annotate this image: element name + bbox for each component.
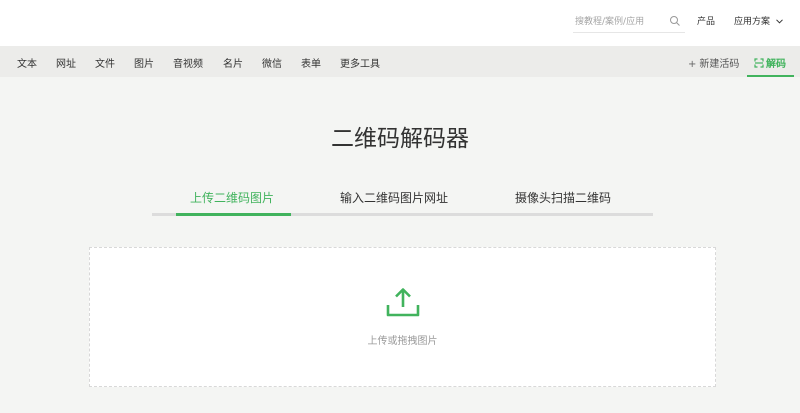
search-box [573,11,685,33]
nav-item-wechat[interactable]: 微信 [262,55,282,70]
nav-item-form[interactable]: 表单 [301,55,321,70]
nav-item-url[interactable]: 网址 [56,55,76,70]
products-link[interactable]: 产品 [697,14,715,27]
category-nav: 文本 网址 文件 图片 音视频 名片 微信 表单 更多工具 + 新建活码 解码 [0,46,800,77]
tab-camera-scan[interactable]: 摄像头扫描二维码 [515,189,611,206]
search-input[interactable] [575,14,665,30]
decode-method-tabs: 上传二维码图片 输入二维码图片网址 摄像头扫描二维码 [152,185,653,216]
nav-item-more-tools[interactable]: 更多工具 [340,55,380,70]
nav-item-business-card[interactable]: 名片 [223,55,243,70]
new-dynamic-code-button[interactable]: + 新建活码 [688,55,739,70]
solutions-label: 应用方案 [734,17,771,27]
nav-item-image[interactable]: 图片 [134,55,154,70]
plus-icon: + [688,59,697,70]
chevron-down-icon [776,19,783,24]
top-header: 产品 应用方案 [0,0,800,46]
search-icon[interactable] [669,15,681,27]
upload-icon [386,288,420,317]
decode-tab[interactable]: 解码 [747,46,794,77]
active-tab-indicator [176,213,291,216]
new-dynamic-code-label: 新建活码 [699,59,740,70]
nav-item-audio-video[interactable]: 音视频 [173,55,203,70]
upload-hint: 上传或拖拽图片 [367,336,438,347]
scan-icon [754,58,764,68]
nav-item-file[interactable]: 文件 [95,55,115,70]
decode-label: 解码 [766,59,786,70]
upload-dropzone[interactable]: 上传或拖拽图片 [89,247,716,387]
tab-upload-image[interactable]: 上传二维码图片 [190,189,274,206]
solutions-link[interactable]: 应用方案 [734,14,783,27]
nav-item-text[interactable]: 文本 [17,55,37,70]
page-title: 二维码解码器 [331,126,469,152]
tab-image-url[interactable]: 输入二维码图片网址 [340,189,448,206]
